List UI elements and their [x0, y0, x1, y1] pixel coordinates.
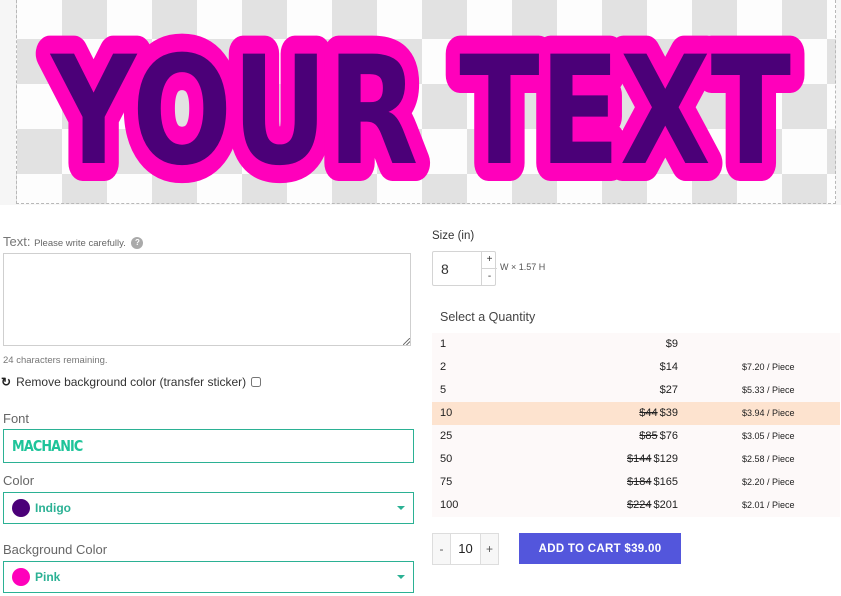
help-icon[interactable]: ?: [131, 236, 144, 249]
row-per-piece: $7.20 / Piece: [742, 362, 795, 372]
add-to-cart-button[interactable]: ADD TO CART $39.00: [519, 533, 681, 564]
sync-icon: ↻: [1, 375, 12, 389]
row-quantity: 100: [440, 499, 459, 511]
row-old-price: $85: [639, 430, 658, 442]
quantity-row[interactable]: 50 $144 $129 $2.58 / Piece: [432, 448, 840, 471]
row-current-price: $165: [653, 476, 678, 488]
row-old-price: $224: [627, 499, 652, 511]
font-select[interactable]: MACHANIC: [3, 429, 414, 463]
color-swatch: [12, 499, 30, 517]
row-price: $184 $165: [627, 476, 678, 488]
text-hint: Please write carefully.: [34, 238, 126, 249]
chevron-down-icon: [397, 506, 405, 510]
row-current-price: $201: [653, 499, 678, 511]
row-price: $44 $39: [639, 407, 678, 419]
background-color-select[interactable]: Pink: [3, 561, 414, 593]
remove-background-checkbox[interactable]: [251, 377, 262, 387]
row-quantity: 25: [440, 430, 453, 442]
row-quantity: 5: [440, 384, 447, 396]
row-per-piece: $3.94 / Piece: [742, 408, 795, 418]
background-color-label: Background Color: [3, 542, 108, 557]
chars-remaining: 24 characters remaining.: [3, 355, 108, 366]
row-price: $224 $201: [627, 499, 678, 511]
row-price: $27: [658, 384, 678, 396]
row-price: $9: [664, 338, 678, 350]
chevron-down-icon: [397, 575, 405, 579]
quantity-row[interactable]: 5 $27 $5.33 / Piece: [432, 379, 840, 402]
row-current-price: $14: [659, 361, 678, 373]
quantity-value[interactable]: 10: [451, 534, 480, 564]
color-select[interactable]: Indigo: [3, 492, 414, 524]
row-old-price: $184: [627, 476, 652, 488]
text-label: Text:: [3, 234, 31, 249]
row-quantity: 50: [440, 453, 453, 465]
quantity-row[interactable]: 1 $9: [432, 333, 840, 356]
quantity-increment-button[interactable]: +: [480, 534, 498, 564]
font-label: Font: [3, 411, 30, 426]
quantity-row[interactable]: 75 $184 $165 $2.20 / Piece: [432, 471, 840, 494]
quantity-row[interactable]: 25 $85 $76 $3.05 / Piece: [432, 425, 840, 448]
quantity-row[interactable]: 2 $14 $7.20 / Piece: [432, 356, 840, 379]
row-quantity: 2: [440, 361, 447, 373]
row-price: $14: [658, 361, 678, 373]
remove-background-option[interactable]: ↻ Remove background color (transfer stic…: [1, 375, 262, 389]
row-quantity: 1: [440, 338, 447, 350]
quantity-stepper: - 10 +: [432, 533, 499, 565]
row-per-piece: $2.20 / Piece: [742, 477, 795, 487]
font-value: MACHANIC: [12, 437, 83, 455]
row-old-price: $144: [627, 453, 652, 465]
preview-canvas: YOUR TEXT YOUR TEXT: [16, 0, 836, 204]
quantity-row[interactable]: 100 $224 $201 $2.01 / Piece: [432, 494, 840, 517]
text-input[interactable]: [3, 253, 411, 346]
background-color-swatch: [12, 568, 30, 586]
background-color-value: Pink: [35, 570, 61, 584]
row-per-piece: $3.05 / Piece: [742, 431, 795, 441]
size-input[interactable]: 8 + -: [432, 251, 497, 286]
size-increment-button[interactable]: +: [481, 252, 497, 269]
quantity-decrement-button[interactable]: -: [433, 534, 451, 564]
row-current-price: $129: [653, 453, 678, 465]
row-quantity: 10: [440, 407, 453, 419]
quantity-table: 1 $9 2 $14 $7.20 / Piece 5 $27 $5.33 / P…: [432, 333, 840, 517]
sticker-svg: YOUR TEXT YOUR TEXT: [31, 7, 809, 203]
row-price: $144 $129: [627, 453, 678, 465]
color-value: Indigo: [35, 501, 71, 515]
quantity-row[interactable]: 10 $44 $39 $3.94 / Piece: [432, 402, 840, 425]
remove-background-label: Remove background color (transfer sticke…: [16, 375, 247, 389]
size-dimensions: W × 1.57 H: [500, 262, 546, 272]
row-current-price: $39: [659, 407, 678, 419]
row-per-piece: $2.01 / Piece: [742, 500, 795, 510]
color-label: Color: [3, 473, 35, 488]
row-current-price: $76: [659, 430, 678, 442]
row-quantity: 75: [440, 476, 453, 488]
row-current-price: $9: [665, 338, 678, 350]
row-current-price: $27: [659, 384, 678, 396]
sticker-preview: YOUR TEXT YOUR TEXT: [0, 0, 841, 205]
size-decrement-button[interactable]: -: [481, 269, 497, 285]
row-per-piece: $2.58 / Piece: [742, 454, 795, 464]
sticker-text: YOUR TEXT: [49, 25, 791, 199]
quantity-title: Select a Quantity: [440, 310, 536, 324]
text-field-label: Text: Please write carefully. ?: [3, 234, 144, 249]
size-label: Size (in): [432, 230, 475, 242]
size-value[interactable]: 8: [441, 261, 449, 277]
row-per-piece: $5.33 / Piece: [742, 385, 795, 395]
row-price: $85 $76: [639, 430, 678, 442]
row-old-price: $44: [639, 407, 658, 419]
